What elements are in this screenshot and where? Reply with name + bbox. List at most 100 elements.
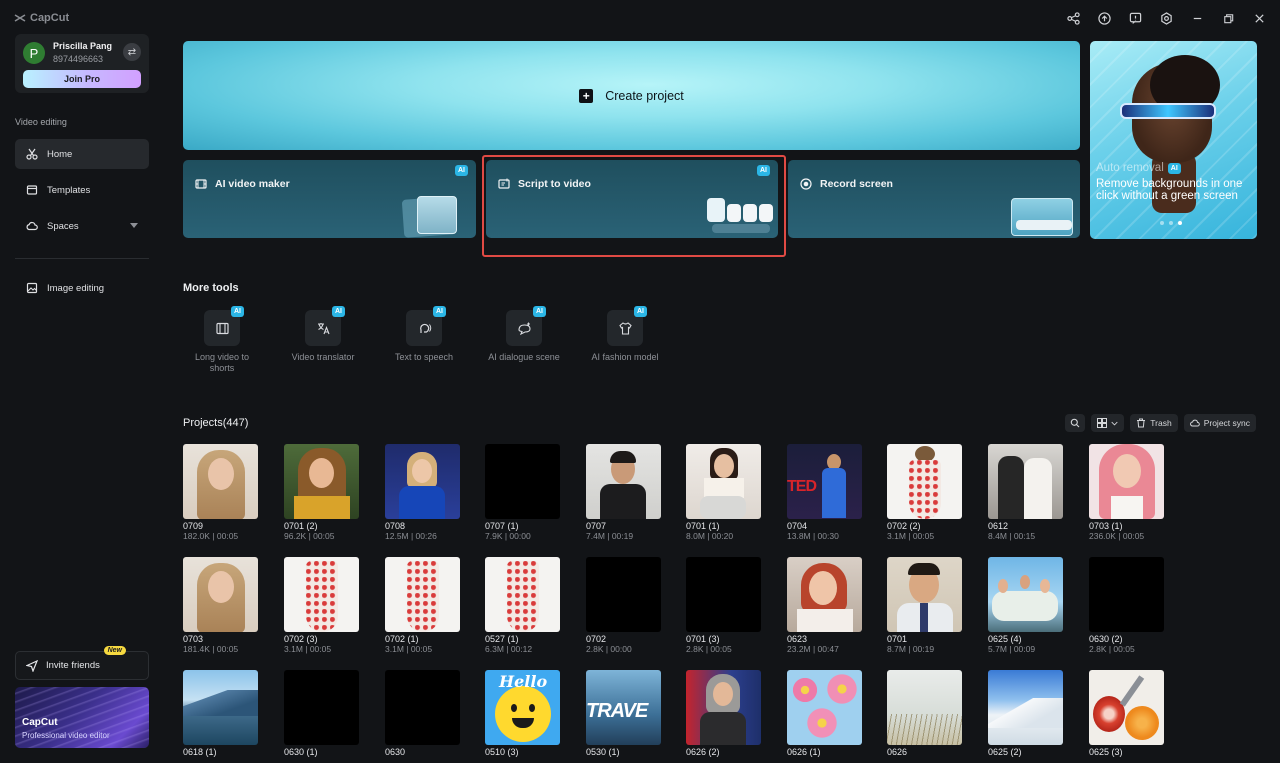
project-thumbnail[interactable] — [485, 557, 560, 632]
project-tile[interactable]: 0702 2.8K | 00:00 — [586, 557, 661, 654]
sidebar-item-image-editing[interactable]: Image editing — [15, 273, 149, 303]
project-tile[interactable]: 0709 182.0K | 00:05 — [183, 444, 258, 541]
search-button[interactable] — [1065, 414, 1086, 432]
project-thumbnail[interactable] — [183, 670, 258, 745]
project-thumbnail[interactable] — [686, 557, 761, 632]
project-tile[interactable]: Hello 0510 (3) — [485, 670, 560, 757]
project-thumbnail[interactable] — [887, 444, 962, 519]
create-project-button[interactable]: + Create project — [183, 41, 1080, 150]
project-tile[interactable]: 0527 (1) 6.3M | 00:12 — [485, 557, 560, 654]
switch-account-icon[interactable]: ⇄ — [123, 43, 141, 61]
translate-icon[interactable]: AI — [305, 306, 345, 346]
project-sync-button[interactable]: Project sync — [1183, 414, 1256, 432]
tool-long-video-to-shorts[interactable]: AI Long video to shorts — [182, 306, 262, 374]
carousel-dot-active[interactable] — [1178, 221, 1182, 225]
tool-text-to-speech[interactable]: AI Text to speech — [384, 306, 464, 363]
chevron-down-icon[interactable] — [130, 223, 138, 228]
project-thumbnail[interactable] — [284, 444, 359, 519]
project-tile[interactable]: 0626 (1) — [787, 670, 862, 757]
project-thumbnail[interactable] — [988, 557, 1063, 632]
project-thumbnail[interactable] — [284, 557, 359, 632]
tool-label: AI fashion model — [591, 352, 659, 362]
join-pro-button[interactable]: Join Pro — [23, 70, 141, 88]
project-thumbnail[interactable] — [586, 444, 661, 519]
project-tile[interactable]: 0626 (2) — [686, 670, 761, 757]
project-tile[interactable]: 0708 12.5M | 00:26 — [385, 444, 460, 541]
project-thumbnail[interactable] — [887, 557, 962, 632]
sidebar-item-home[interactable]: Home — [15, 139, 149, 169]
project-thumbnail[interactable]: TED — [787, 444, 862, 519]
sidebar-item-templates[interactable]: Templates — [15, 175, 149, 205]
project-thumbnail[interactable] — [485, 444, 560, 519]
project-tile[interactable]: 0702 (1) 3.1M | 00:05 — [385, 557, 460, 654]
project-thumbnail[interactable] — [1089, 444, 1164, 519]
project-tile[interactable]: 0701 (1) 8.0M | 00:20 — [686, 444, 761, 541]
auto-removal-banner[interactable]: Auto removal AI Remove backgrounds in on… — [1090, 41, 1257, 239]
tool-ai-fashion-model[interactable]: AI AI fashion model — [585, 306, 665, 363]
avatar[interactable]: P — [23, 42, 45, 64]
project-thumbnail[interactable] — [988, 444, 1063, 519]
project-tile[interactable]: TRAVE 0530 (1) — [586, 670, 661, 757]
project-thumbnail[interactable]: Hello — [485, 670, 560, 745]
tool-video-translator[interactable]: AI Video translator — [283, 306, 363, 363]
project-tile[interactable]: 0702 (3) 3.1M | 00:05 — [284, 557, 359, 654]
close-icon[interactable] — [1252, 11, 1266, 25]
dialogue-icon[interactable]: AI — [506, 306, 546, 346]
project-tile[interactable]: 0707 7.4M | 00:19 — [586, 444, 661, 541]
record-screen-card[interactable]: Record screen — [788, 160, 1080, 238]
project-tile[interactable]: 0701 (3) 2.8K | 00:05 — [686, 557, 761, 654]
project-thumbnail[interactable] — [183, 557, 258, 632]
project-thumbnail[interactable] — [284, 670, 359, 745]
shirt-icon[interactable]: AI — [607, 306, 647, 346]
carousel-dot[interactable] — [1169, 221, 1173, 225]
project-thumbnail[interactable] — [385, 557, 460, 632]
project-thumbnail[interactable] — [1089, 670, 1164, 745]
trash-button[interactable]: Trash — [1130, 414, 1178, 432]
project-tile[interactable]: 0701 8.7M | 00:19 — [887, 557, 962, 654]
project-tile[interactable]: 0630 (2) 2.8K | 00:05 — [1089, 557, 1164, 654]
project-tile[interactable]: 0625 (3) — [1089, 670, 1164, 757]
capcut-promo-banner[interactable]: CapCut Professional video editor — [15, 687, 149, 748]
project-tile[interactable]: 0626 — [887, 670, 962, 757]
project-tile[interactable]: TED 0704 13.8M | 00:30 — [787, 444, 862, 541]
share-icon[interactable] — [1066, 11, 1080, 25]
view-toggle-button[interactable] — [1091, 414, 1125, 432]
speech-icon[interactable]: AI — [406, 306, 446, 346]
project-tile[interactable]: 0702 (2) 3.1M | 00:05 — [887, 444, 962, 541]
settings-icon[interactable] — [1159, 11, 1173, 25]
restore-icon[interactable] — [1221, 11, 1235, 25]
project-thumbnail[interactable] — [787, 670, 862, 745]
long-video-icon[interactable]: AI — [204, 306, 244, 346]
project-thumbnail[interactable] — [385, 444, 460, 519]
project-tile[interactable]: 0625 (2) — [988, 670, 1063, 757]
invite-friends-button[interactable]: Invite friends New — [15, 646, 149, 680]
project-tile[interactable]: 0703 181.4K | 00:05 — [183, 557, 258, 654]
project-thumbnail[interactable] — [686, 670, 761, 745]
project-tile[interactable]: 0630 — [385, 670, 460, 757]
project-thumbnail[interactable] — [887, 670, 962, 745]
project-tile[interactable]: 0701 (2) 96.2K | 00:05 — [284, 444, 359, 541]
project-tile[interactable]: 0703 (1) 236.0K | 00:05 — [1089, 444, 1164, 541]
project-thumbnail[interactable] — [586, 557, 661, 632]
carousel-dot[interactable] — [1160, 221, 1164, 225]
carousel-dots[interactable] — [1160, 221, 1182, 225]
project-thumbnail[interactable] — [988, 670, 1063, 745]
project-thumbnail[interactable] — [787, 557, 862, 632]
project-tile[interactable]: 0707 (1) 7.9K | 00:00 — [485, 444, 560, 541]
tool-ai-dialogue-scene[interactable]: AI AI dialogue scene — [484, 306, 564, 363]
upload-icon[interactable] — [1097, 11, 1111, 25]
ai-video-maker-card[interactable]: AI video maker AI — [183, 160, 476, 238]
feedback-icon[interactable] — [1128, 11, 1142, 25]
project-tile[interactable]: 0618 (1) — [183, 670, 258, 757]
project-tile[interactable]: 0612 8.4M | 00:15 — [988, 444, 1063, 541]
project-thumbnail[interactable] — [686, 444, 761, 519]
sidebar-item-spaces[interactable]: Spaces — [15, 211, 149, 241]
project-tile[interactable]: 0625 (4) 5.7M | 00:09 — [988, 557, 1063, 654]
project-thumbnail[interactable] — [385, 670, 460, 745]
project-thumbnail[interactable]: TRAVE — [586, 670, 661, 745]
minimize-icon[interactable] — [1190, 11, 1204, 25]
project-thumbnail[interactable] — [1089, 557, 1164, 632]
project-tile[interactable]: 0630 (1) — [284, 670, 359, 757]
project-tile[interactable]: 0623 23.2M | 00:47 — [787, 557, 862, 654]
project-thumbnail[interactable] — [183, 444, 258, 519]
